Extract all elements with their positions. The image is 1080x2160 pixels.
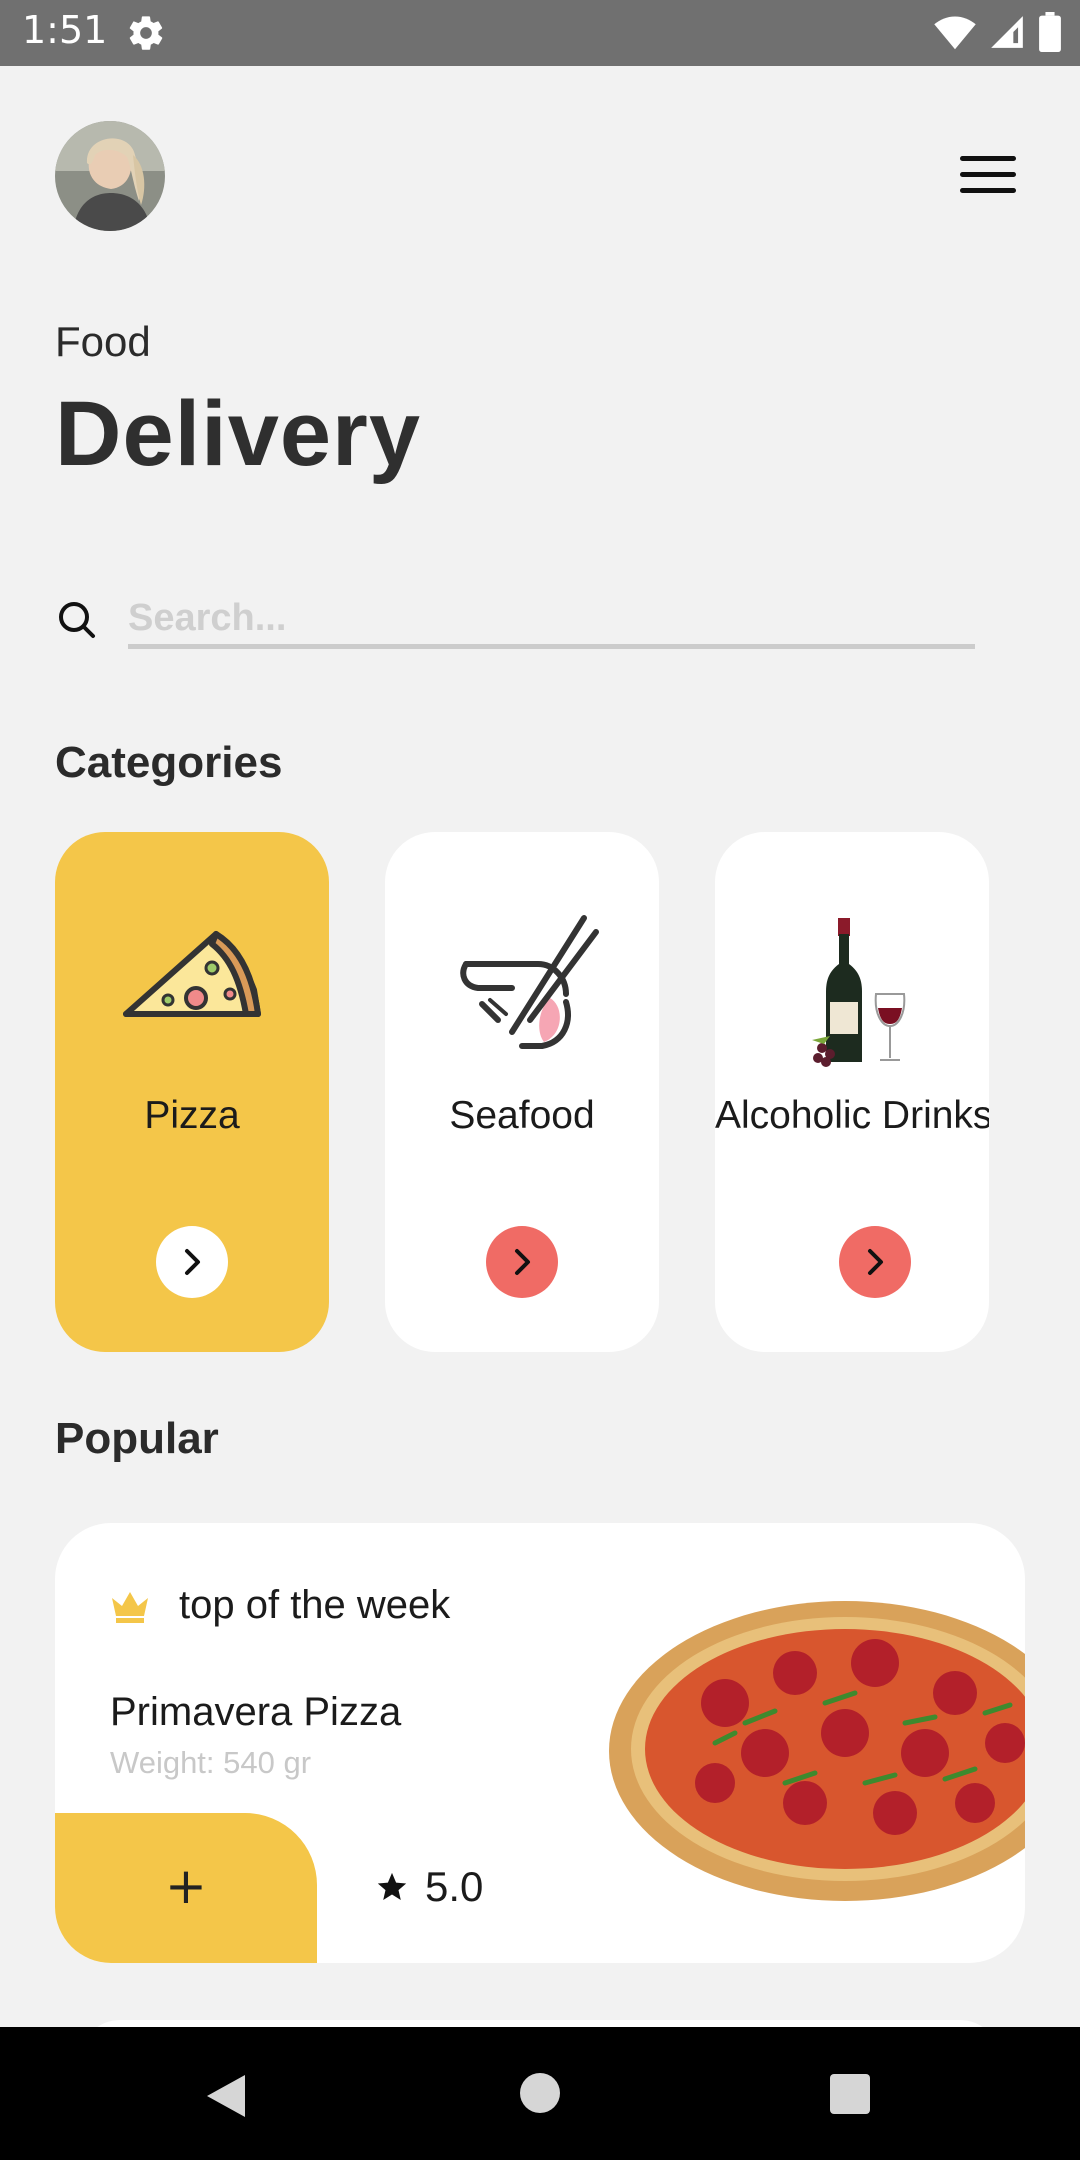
home-icon[interactable] [520, 2073, 560, 2113]
status-bar: 1:51 [0, 0, 1080, 66]
categories-title: Categories [55, 738, 283, 787]
chevron-right-icon [868, 1249, 883, 1275]
category-label: Pizza [144, 1094, 240, 1137]
top-of-week-label: top of the week [179, 1583, 451, 1627]
avatar[interactable] [55, 121, 165, 231]
status-icons [934, 12, 1062, 52]
popular-title: Popular [55, 1414, 219, 1463]
category-card-seafood[interactable]: Seafood [385, 832, 659, 1352]
category-arrow-button[interactable] [156, 1226, 228, 1298]
menu-button[interactable] [960, 152, 1022, 196]
shrimp-icon [460, 915, 599, 1049]
crown-icon [112, 1592, 148, 1623]
back-icon[interactable] [205, 2073, 247, 2119]
chevron-right-icon [185, 1249, 200, 1275]
rating: 5.0 [375, 1863, 483, 1911]
plus-icon: + [165, 1857, 207, 1915]
category-arrow-button[interactable] [839, 1226, 911, 1298]
category-label: Alcoholic Drinks [715, 1094, 989, 1137]
search-icon[interactable] [58, 601, 96, 639]
dish-name: Primavera Pizza [110, 1690, 402, 1734]
gear-icon [129, 16, 163, 50]
chevron-right-icon [515, 1249, 530, 1275]
category-card-alcoholic-drinks[interactable]: Alcoholic Drinks [715, 832, 989, 1352]
wifi-icon [934, 16, 976, 50]
recents-icon[interactable] [830, 2074, 870, 2114]
hamburger-menu-icon [960, 156, 1016, 161]
signal-icon [991, 16, 1023, 48]
dish-weight: Weight: 540 gr [110, 1745, 312, 1780]
pizza-icon [123, 931, 261, 1017]
battery-icon [1039, 12, 1061, 52]
title-small: Food [55, 318, 151, 365]
add-to-cart-button[interactable]: + [55, 1813, 317, 1963]
wine-icon [812, 918, 906, 1067]
star-icon [377, 1872, 407, 1901]
status-time: 1:51 [22, 8, 108, 52]
rating-value: 5.0 [425, 1863, 484, 1910]
category-arrow-button[interactable] [486, 1226, 558, 1298]
category-card-pizza[interactable]: Pizza [55, 832, 329, 1352]
category-label: Seafood [449, 1094, 595, 1137]
popular-item-card[interactable]: top of the week Primavera Pizza Weight: … [55, 1523, 1025, 1963]
page-title: Delivery [55, 383, 422, 485]
pizza-image [609, 1601, 1025, 1901]
search-input[interactable] [128, 592, 975, 649]
